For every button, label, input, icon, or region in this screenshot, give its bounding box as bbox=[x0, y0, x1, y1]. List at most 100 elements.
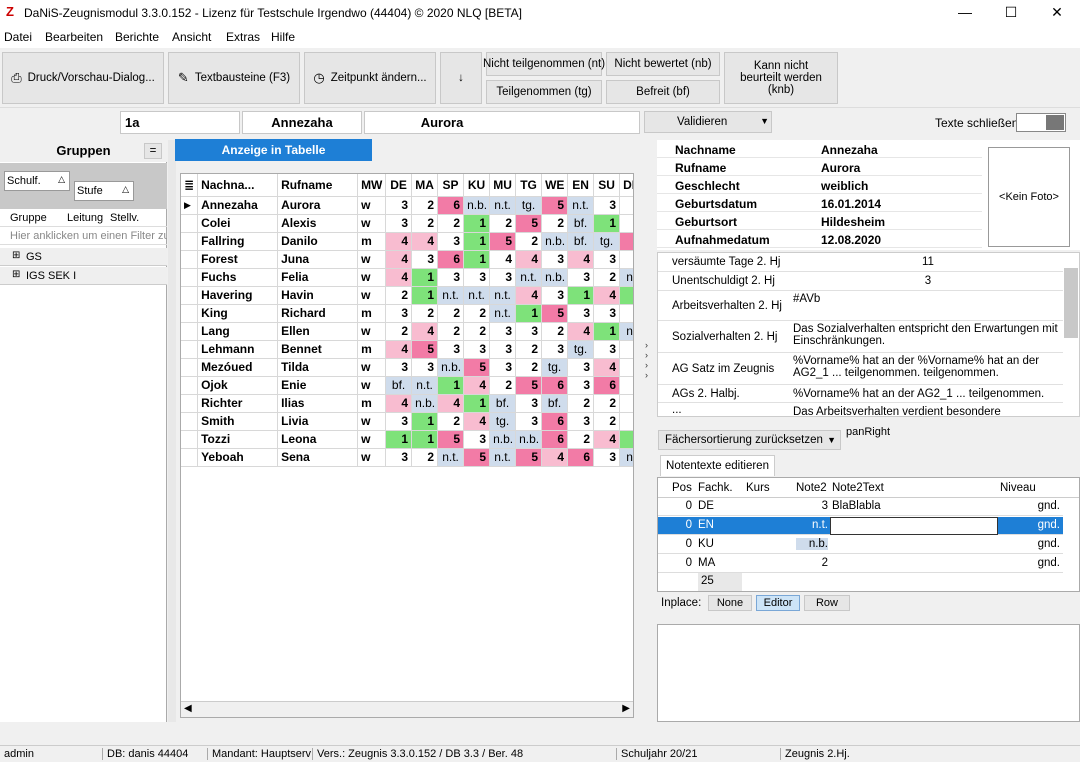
grid-cell[interactable]: 1 bbox=[593, 322, 621, 341]
grid-cell[interactable]: n.b. bbox=[541, 232, 569, 251]
grid-cell[interactable]: 4 bbox=[411, 322, 439, 341]
info-value[interactable]: 12.08.2020 bbox=[821, 233, 881, 247]
grid-cell[interactable]: 6 bbox=[567, 448, 595, 467]
inplace-row-button[interactable]: Row bbox=[804, 595, 850, 611]
grid-cell[interactable]: n.b. bbox=[515, 430, 543, 449]
grid-cell[interactable]: 3 bbox=[541, 286, 569, 305]
notes-cell[interactable]: gnd. bbox=[1000, 500, 1060, 512]
scroll-left-icon[interactable]: ◀ bbox=[184, 703, 192, 714]
notes-row[interactable]: 0 EN n.t. gnd. bbox=[658, 517, 1063, 535]
grid-cell[interactable]: w bbox=[357, 412, 387, 431]
notes-cell[interactable]: 0 bbox=[672, 500, 692, 512]
expand-icon[interactable]: ⊞ bbox=[12, 269, 20, 280]
grid-cell[interactable]: Fallring bbox=[197, 232, 279, 251]
scroll-right-icon[interactable]: ▶ bbox=[622, 703, 630, 714]
info-value[interactable]: weiblich bbox=[821, 179, 868, 193]
grid-cell[interactable]: 3 bbox=[541, 250, 569, 269]
grid-cell[interactable] bbox=[619, 376, 633, 395]
grid-cell[interactable]: 1 bbox=[593, 214, 621, 233]
splitter[interactable] bbox=[168, 140, 176, 722]
grid-cell[interactable]: 4 bbox=[515, 286, 543, 305]
grid-cell[interactable]: 2 bbox=[489, 376, 517, 395]
grid-cell[interactable]: 2 bbox=[437, 412, 465, 431]
table-row[interactable]: Lang Ellen w 2 4 2 2 3 3 2 4 1 n bbox=[181, 322, 633, 341]
grid-cell[interactable]: 3 bbox=[385, 196, 413, 215]
grid-cell[interactable]: w bbox=[357, 286, 387, 305]
notes-text-editor[interactable] bbox=[830, 517, 998, 535]
grid-cell[interactable]: bf. bbox=[489, 394, 517, 413]
info-value[interactable]: Hildesheim bbox=[821, 215, 885, 229]
grid-cell[interactable]: m bbox=[357, 340, 387, 359]
grid-cell[interactable] bbox=[619, 250, 633, 269]
grid-cell[interactable] bbox=[619, 232, 633, 251]
grid-cell[interactable]: bf. bbox=[541, 394, 569, 413]
grid-cell[interactable]: 2 bbox=[567, 394, 595, 413]
notes-col-header[interactable]: Note2 bbox=[796, 482, 827, 494]
grid-cell[interactable]: Ojok bbox=[197, 376, 279, 395]
grid-cell[interactable]: 4 bbox=[385, 394, 413, 413]
grid-cell[interactable]: 5 bbox=[463, 448, 491, 467]
grid-cell[interactable]: Lehmann bbox=[197, 340, 279, 359]
klasse-field[interactable]: 1a bbox=[120, 111, 240, 134]
zeitpunkt-button[interactable]: ◷ Zeitpunkt ändern... bbox=[304, 52, 436, 104]
table-row[interactable]: Colei Alexis w 3 2 2 1 2 5 2 bf. 1 bbox=[181, 214, 633, 233]
notes-col-header[interactable]: Note2Text bbox=[832, 482, 884, 494]
grid-cell[interactable]: 3 bbox=[385, 448, 413, 467]
inplace-none-button[interactable]: None bbox=[708, 595, 752, 611]
grid-cell[interactable]: 3 bbox=[489, 268, 517, 287]
grid-cell[interactable] bbox=[619, 304, 633, 323]
table-row[interactable]: Yeboah Sena w 3 2 n.t. 5 n.t. 5 4 6 3 n bbox=[181, 448, 633, 467]
grid-cell[interactable]: 4 bbox=[593, 430, 621, 449]
grid-cell[interactable]: Danilo bbox=[277, 232, 359, 251]
col-header[interactable]: SU bbox=[593, 174, 621, 197]
grid-cell[interactable]: 5 bbox=[541, 304, 569, 323]
grid-cell[interactable]: Fuchs bbox=[197, 268, 279, 287]
schulf-group-chip[interactable]: Schulf. △ bbox=[4, 171, 70, 191]
grid-cell[interactable]: 3 bbox=[515, 322, 543, 341]
property-value[interactable]: 3 bbox=[793, 275, 1063, 287]
textbausteine-button[interactable]: ✎ Textbausteine (F3) bbox=[168, 52, 300, 104]
grid-cell[interactable]: 3 bbox=[567, 358, 595, 377]
grid-cell[interactable]: n.b. bbox=[489, 430, 517, 449]
property-value[interactable]: #AVb bbox=[793, 293, 1063, 305]
col-header[interactable]: DE bbox=[619, 174, 633, 197]
grid-cell[interactable]: Livia bbox=[277, 412, 359, 431]
property-row[interactable]: AG Satz im Zeugnis %Vorname% hat an der %… bbox=[658, 353, 1063, 385]
notes-cell[interactable]: KU bbox=[698, 538, 714, 550]
grid-cell[interactable]: Enie bbox=[277, 376, 359, 395]
grid-cell[interactable]: 3 bbox=[489, 322, 517, 341]
grid-cell[interactable]: 3 bbox=[463, 268, 491, 287]
table-row[interactable]: Havering Havin w 2 1 n.t. n.t. n.t. 4 3 1 4 bbox=[181, 286, 633, 305]
menu-hilfe[interactable]: Hilfe bbox=[271, 30, 295, 44]
table-row[interactable]: Forest Juna w 4 3 6 1 4 4 3 4 3 bbox=[181, 250, 633, 269]
notes-col-header[interactable]: Pos bbox=[672, 482, 692, 494]
grid-cell[interactable]: 3 bbox=[567, 268, 595, 287]
grid-cell[interactable]: 4 bbox=[385, 340, 413, 359]
grid-cell[interactable]: Smith bbox=[197, 412, 279, 431]
grid-cell[interactable]: 2 bbox=[463, 304, 491, 323]
notes-row[interactable]: 0 MA 2 gnd. bbox=[658, 555, 1063, 573]
grid-cell[interactable]: 3 bbox=[567, 376, 595, 395]
table-row[interactable]: Mezóued Tilda w 3 3 n.b. 5 3 2 tg. 3 4 bbox=[181, 358, 633, 377]
horizontal-scrollbar[interactable]: ◀ ▶ bbox=[181, 701, 633, 717]
grid-cell[interactable]: 3 bbox=[489, 358, 517, 377]
property-value[interactable]: %Vorname% hat an der AG2_1 ... teilgenom… bbox=[793, 388, 1063, 400]
tab-anzeige-in-tabelle[interactable]: Anzeige in Tabelle bbox=[175, 139, 372, 161]
grid-cell[interactable]: 3 bbox=[385, 412, 413, 431]
grid-cell[interactable]: Annezaha bbox=[197, 196, 279, 215]
grid-cell[interactable]: m bbox=[357, 304, 387, 323]
col-header[interactable]: MA bbox=[411, 174, 439, 197]
groups-collapse-button[interactable]: = bbox=[144, 143, 162, 159]
grid-cell[interactable]: 6 bbox=[437, 250, 465, 269]
table-row[interactable]: ▶ Annezaha Aurora w 3 2 6 n.b. n.t. tg. 5 n.t. 3 bbox=[181, 196, 633, 215]
grid-cell[interactable]: 3 bbox=[593, 340, 621, 359]
grid-cell[interactable]: tg. bbox=[541, 358, 569, 377]
notes-row[interactable]: 0 KU n.b. gnd. bbox=[658, 536, 1063, 554]
grid-cell[interactable]: 6 bbox=[541, 430, 569, 449]
grid-cell[interactable]: w bbox=[357, 358, 387, 377]
grid-cell[interactable]: 4 bbox=[567, 250, 595, 269]
grid-cell[interactable]: 2 bbox=[593, 268, 621, 287]
grid-cell[interactable]: 3 bbox=[515, 412, 543, 431]
grid-cell[interactable]: n.t. bbox=[437, 448, 465, 467]
property-row[interactable]: Sozialverhalten 2. Hj Das Sozialverhalten… bbox=[658, 321, 1063, 353]
